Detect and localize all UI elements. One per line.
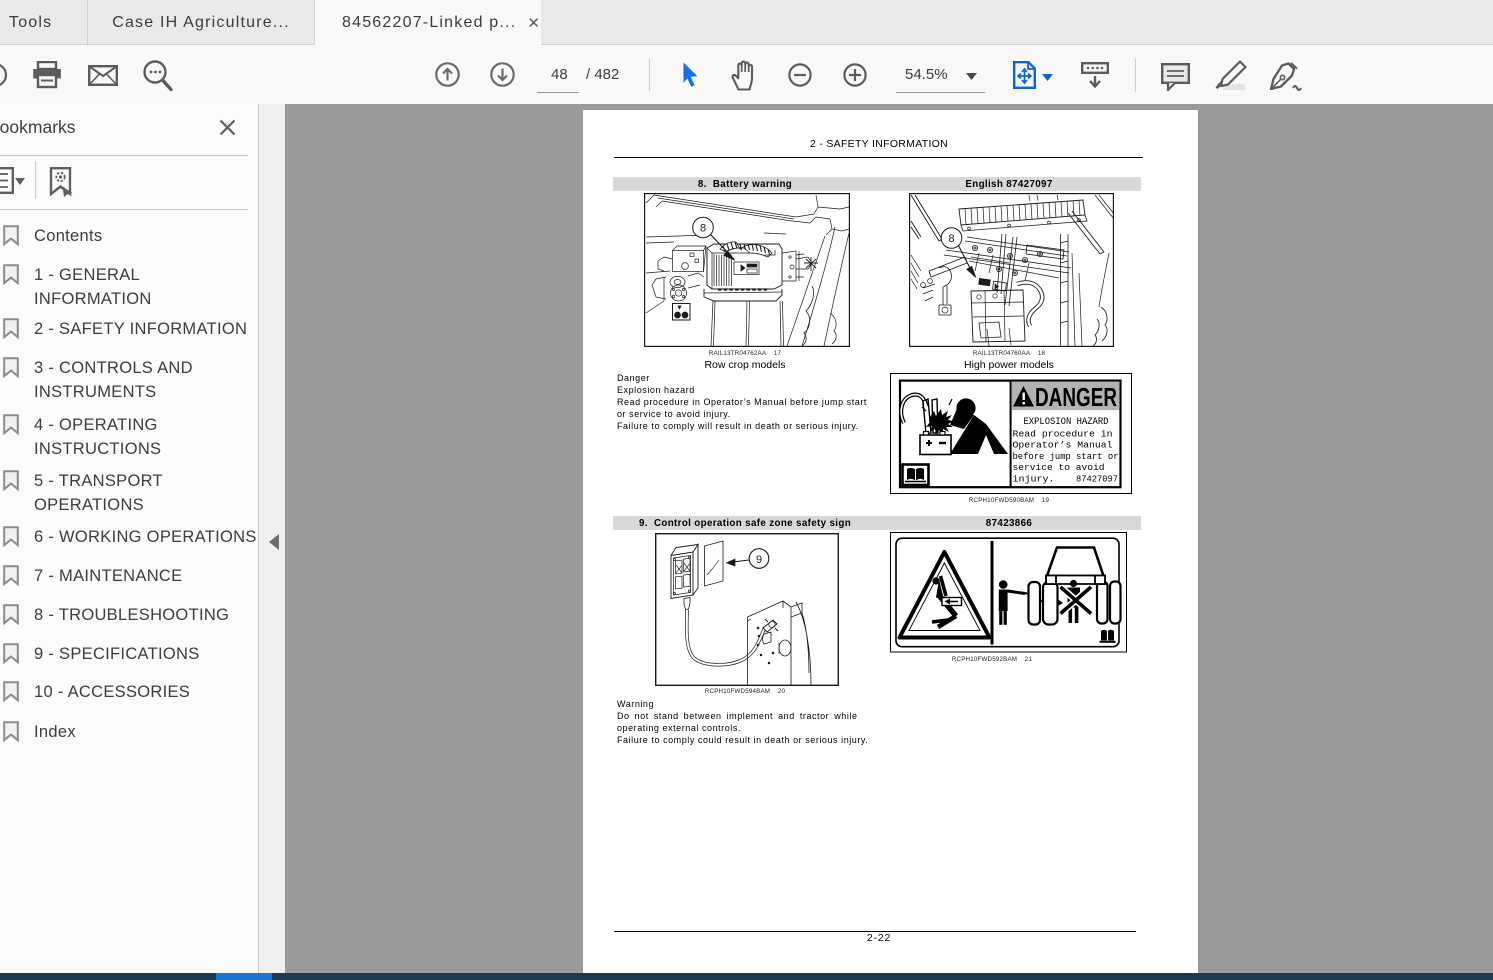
svg-text:87427097: 87427097 xyxy=(1076,473,1118,484)
svg-text:8: 8 xyxy=(700,223,706,235)
svg-text:injury.: injury. xyxy=(1013,473,1055,484)
svg-text:service to avoid: service to avoid xyxy=(1013,462,1105,473)
svg-text:8: 8 xyxy=(948,233,954,245)
svg-text:before jump start or: before jump start or xyxy=(1013,451,1119,462)
svg-text:Read procedure in: Read procedure in xyxy=(1013,429,1113,440)
svg-text:9: 9 xyxy=(756,554,762,566)
svg-text:DANGER: DANGER xyxy=(1035,384,1117,412)
svg-text:Operator’s Manual: Operator’s Manual xyxy=(1013,440,1113,451)
svg-text:EXPLOSION HAZARD: EXPLOSION HAZARD xyxy=(1024,416,1109,428)
